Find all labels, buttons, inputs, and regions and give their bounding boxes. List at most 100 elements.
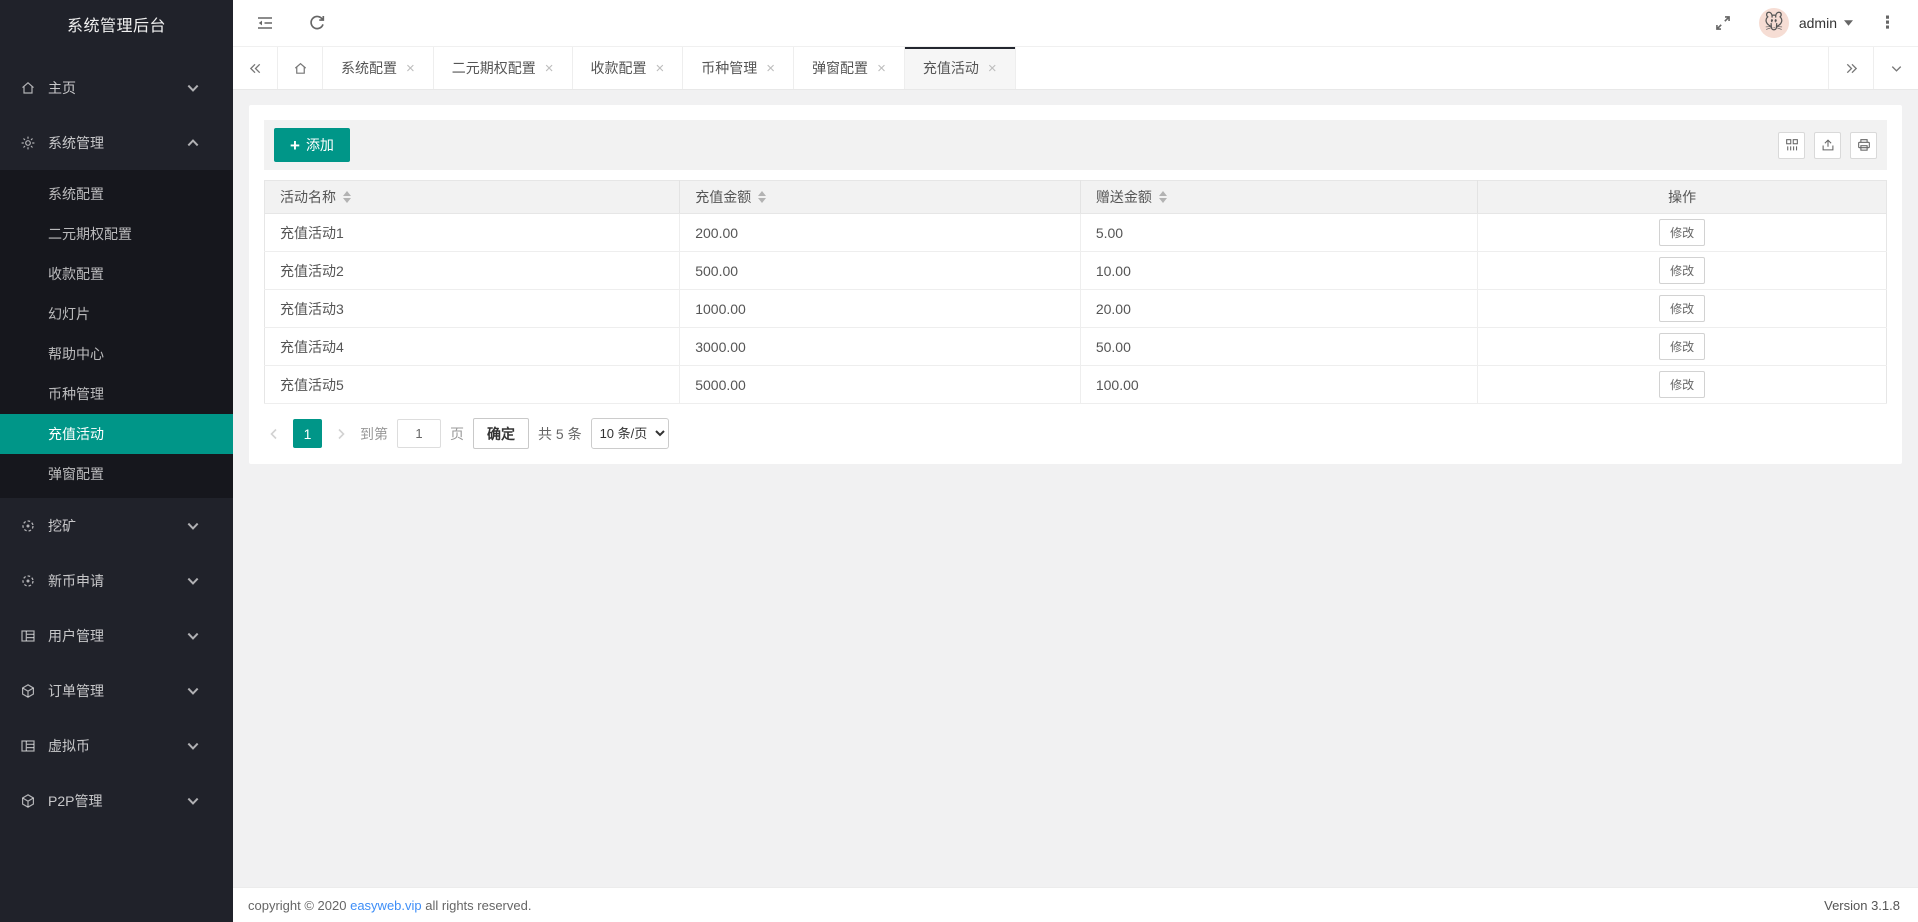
sidebar-subitem-帮助中心[interactable]: 帮助中心 xyxy=(0,334,233,374)
tabs-spacer xyxy=(1016,47,1828,89)
sort-icon[interactable] xyxy=(758,191,766,203)
tab-二元期权配置[interactable]: 二元期权配置 × xyxy=(434,47,573,89)
tab-币种管理[interactable]: 币种管理× xyxy=(683,47,794,89)
prev-page-icon[interactable] xyxy=(264,428,284,440)
edit-button[interactable]: 修改 xyxy=(1659,333,1705,360)
table-row: 充值活动43000.0050.00修改 xyxy=(265,328,1887,366)
cell-activity-name: 充值活动2 xyxy=(265,252,680,290)
page-label: 页 xyxy=(450,424,464,444)
easyweb-link[interactable]: easyweb.vip xyxy=(350,898,422,913)
sidebar-item-订单管理[interactable]: 订单管理 xyxy=(0,663,233,718)
sidebar-item-虚拟币[interactable]: 虚拟币 xyxy=(0,718,233,773)
version-label: Version 3.1.8 xyxy=(1824,898,1900,913)
home-tab[interactable] xyxy=(278,47,323,89)
sidebar-subitem-二元期权配置[interactable]: 二元期权配置 xyxy=(0,214,233,254)
close-icon[interactable]: × xyxy=(877,61,886,76)
tabs-scroll-right-icon[interactable] xyxy=(1828,47,1873,89)
close-icon[interactable]: × xyxy=(406,61,415,76)
sidebar-item-label: 系统管理 xyxy=(48,133,185,153)
tab-label: 收款配置 xyxy=(591,58,647,78)
cell-activity-name: 充值活动5 xyxy=(265,366,680,404)
sort-icon[interactable] xyxy=(1159,191,1167,203)
page-input[interactable] xyxy=(397,419,441,448)
sidebar-item-label: 挖矿 xyxy=(48,516,185,536)
user-menu[interactable]: admin xyxy=(1799,15,1853,31)
sidebar-subitem-系统配置[interactable]: 系统配置 xyxy=(0,174,233,214)
gear-icon xyxy=(20,135,36,151)
avatar[interactable]: 🐭 xyxy=(1759,8,1789,38)
close-icon[interactable]: × xyxy=(988,61,997,76)
column-header-活动名称: 活动名称 xyxy=(265,181,680,214)
chevron-down-icon xyxy=(185,80,201,96)
cell-bonus-amount: 20.00 xyxy=(1080,290,1477,328)
sidebar-item-用户管理[interactable]: 用户管理 xyxy=(0,608,233,663)
sidebar: 系统管理后台 主页系统管理系统配置二元期权配置收款配置幻灯片帮助中心币种管理充值… xyxy=(0,0,233,922)
tab-充值活动[interactable]: 充值活动 × xyxy=(905,47,1016,89)
add-button[interactable]: + 添加 xyxy=(274,128,350,162)
page-number-current[interactable]: 1 xyxy=(293,419,322,448)
tab-label: 充值活动 xyxy=(923,58,979,78)
sidebar-item-系统管理[interactable]: 系统管理 xyxy=(0,115,233,170)
tab-收款配置[interactable]: 收款配置 × xyxy=(573,47,684,89)
layout-icon xyxy=(20,738,36,754)
data-table: 活动名称充值金额赠送金额操作 充值活动1200.005.00修改充值活动2500… xyxy=(264,180,1887,404)
sidebar-item-挖矿[interactable]: 挖矿 xyxy=(0,498,233,553)
next-page-icon[interactable] xyxy=(331,428,351,440)
tab-系统配置[interactable]: 系统配置× xyxy=(323,47,434,89)
sidebar-item-主页[interactable]: 主页 xyxy=(0,60,233,115)
confirm-button[interactable]: 确定 xyxy=(473,418,529,449)
close-icon[interactable]: × xyxy=(545,61,554,76)
edit-button[interactable]: 修改 xyxy=(1659,295,1705,322)
tabs-bar: 系统配置×二元期权配置×收款配置×币种管理×弹窗配置×充值活动× xyxy=(233,47,1918,90)
chevron-down-icon xyxy=(185,573,201,589)
edit-button[interactable]: 修改 xyxy=(1659,371,1705,398)
export-button[interactable] xyxy=(1814,132,1841,159)
fullscreen-icon[interactable] xyxy=(1713,13,1733,33)
sidebar-subitem-充值活动[interactable]: 充值活动 xyxy=(0,414,233,454)
sidebar-subitem-弹窗配置[interactable]: 弹窗配置 xyxy=(0,454,233,494)
edit-button[interactable]: 修改 xyxy=(1659,257,1705,284)
sort-icon[interactable] xyxy=(343,191,351,203)
cell-activity-name: 充值活动4 xyxy=(265,328,680,366)
sidebar-nav: 主页系统管理系统配置二元期权配置收款配置幻灯片帮助中心币种管理充值活动弹窗配置挖… xyxy=(0,50,233,922)
cube-icon xyxy=(20,683,36,699)
sidebar-item-新币申请[interactable]: 新币申请 xyxy=(0,553,233,608)
table-body: 充值活动1200.005.00修改充值活动2500.0010.00修改充值活动3… xyxy=(265,214,1887,404)
cell-bonus-amount: 5.00 xyxy=(1080,214,1477,252)
close-icon[interactable]: × xyxy=(766,61,775,76)
topbar-right: 🐭 admin ⋮ xyxy=(1713,8,1896,38)
kebab-menu-icon[interactable]: ⋮ xyxy=(1879,13,1896,33)
tab-label: 弹窗配置 xyxy=(812,58,868,78)
edit-button[interactable]: 修改 xyxy=(1659,219,1705,246)
tab-弹窗配置[interactable]: 弹窗配置 × xyxy=(794,47,905,89)
sidebar-subitem-币种管理[interactable]: 币种管理 xyxy=(0,374,233,414)
table-row: 充值活动55000.00100.00修改 xyxy=(265,366,1887,404)
chevron-down-icon xyxy=(185,683,201,699)
chevron-down-icon xyxy=(185,628,201,644)
close-icon[interactable]: × xyxy=(656,61,665,76)
refresh-icon[interactable] xyxy=(307,13,327,33)
chevron-down-icon xyxy=(185,738,201,754)
print-button[interactable] xyxy=(1850,132,1877,159)
sidebar-subitem-收款配置[interactable]: 收款配置 xyxy=(0,254,233,294)
sidebar-item-P2P管理[interactable]: P2P管理 xyxy=(0,773,233,828)
app-title: 系统管理后台 xyxy=(0,0,233,50)
cell-actions: 修改 xyxy=(1478,252,1887,290)
table-row: 充值活动1200.005.00修改 xyxy=(265,214,1887,252)
chevron-down-icon xyxy=(185,518,201,534)
sidebar-subitem-幻灯片[interactable]: 幻灯片 xyxy=(0,294,233,334)
cell-activity-name: 充值活动3 xyxy=(265,290,680,328)
cell-actions: 修改 xyxy=(1478,214,1887,252)
table-row: 充值活动2500.0010.00修改 xyxy=(265,252,1887,290)
cell-recharge-amount: 200.00 xyxy=(680,214,1081,252)
column-header-赠送金额: 赠送金额 xyxy=(1080,181,1477,214)
tabs-scroll-left-icon[interactable] xyxy=(233,47,278,89)
tabs-list: 系统配置×二元期权配置×收款配置×币种管理×弹窗配置×充值活动× xyxy=(323,47,1016,89)
tab-label: 二元期权配置 xyxy=(452,58,536,78)
table-card: + 添加 xyxy=(249,105,1902,464)
columns-filter-button[interactable] xyxy=(1778,132,1805,159)
fold-sidebar-icon[interactable] xyxy=(255,13,275,33)
page-size-select[interactable]: 10 条/页 xyxy=(591,418,669,449)
cell-bonus-amount: 50.00 xyxy=(1080,328,1477,366)
tabs-menu-icon[interactable] xyxy=(1873,47,1918,89)
